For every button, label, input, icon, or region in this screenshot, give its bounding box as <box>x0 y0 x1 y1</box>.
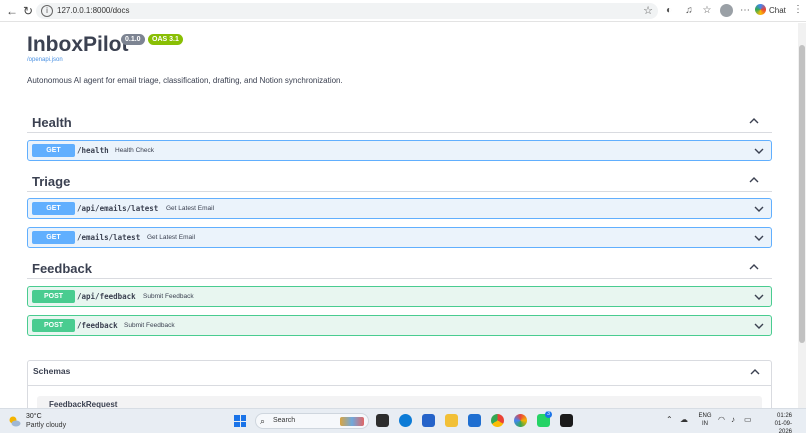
operation-summary: Health Check <box>115 147 155 154</box>
section-health[interactable]: Health <box>27 113 772 133</box>
chevron-down-icon[interactable] <box>753 145 765 157</box>
swagger-page: InboxPilot 0.1.0 OAS 3.1 /openapi.json A… <box>0 23 798 408</box>
vscode-icon[interactable] <box>468 414 481 427</box>
cloud-icon[interactable]: ☁ <box>680 413 688 427</box>
schemas-panel: Schemas FeedbackRequest <box>27 360 772 408</box>
api-title: InboxPilot <box>27 33 129 56</box>
volume-icon[interactable]: ♪ <box>731 413 735 427</box>
start-menu-icon[interactable] <box>234 415 246 427</box>
media-icon[interactable]: ♫ <box>682 4 696 18</box>
browser-menu-icon[interactable]: ⋮ <box>793 4 803 15</box>
wifi-icon[interactable]: ◠ <box>718 413 725 427</box>
taskbar-search[interactable]: ⌕ Search <box>255 413 369 429</box>
operation-get-emails-latest[interactable]: GET /emails/latest Get Latest Email <box>27 227 772 248</box>
divider <box>28 385 771 386</box>
schema-item[interactable]: FeedbackRequest <box>37 396 762 408</box>
weather-condition: Partly cloudy <box>26 422 67 429</box>
schemas-title[interactable]: Schemas <box>33 366 70 376</box>
chevron-down-icon[interactable] <box>753 232 765 244</box>
operation-path: /api/emails/latest <box>77 204 159 213</box>
edge-icon[interactable] <box>399 414 412 427</box>
operation-summary: Get Latest Email <box>147 234 196 241</box>
address-bar[interactable]: i 127.0.0.1:8000/docs ☆ <box>36 3 658 19</box>
section-title: Triage <box>32 174 71 189</box>
operation-path: /feedback <box>77 321 118 330</box>
battery-icon[interactable]: ▭ <box>744 413 752 427</box>
method-badge: POST <box>32 319 75 332</box>
chevron-down-icon[interactable] <box>753 203 765 215</box>
method-badge: POST <box>32 290 75 303</box>
operation-summary: Get Latest Email <box>166 205 215 212</box>
chevron-down-icon[interactable] <box>753 320 765 332</box>
search-icon: ⌕ <box>260 416 266 426</box>
tray-overflow-icon[interactable]: ⌃ <box>666 413 673 427</box>
browser-toolbar: ← ↻ i 127.0.0.1:8000/docs ☆ ◐ ♫ ☆ ⋯ Chat… <box>0 0 806 22</box>
chevron-up-icon[interactable] <box>748 115 760 127</box>
operation-path: /api/feedback <box>77 292 136 301</box>
page-scrollbar[interactable] <box>798 23 806 408</box>
file-explorer-icon[interactable] <box>445 414 458 427</box>
photos-icon[interactable] <box>514 414 527 427</box>
version-badge: 0.1.0 <box>121 34 145 45</box>
section-feedback[interactable]: Feedback <box>27 259 772 279</box>
search-highlight-icon <box>340 417 364 426</box>
bookmark-star-icon[interactable]: ☆ <box>643 4 653 18</box>
site-info-icon[interactable]: i <box>41 5 53 17</box>
language-indicator[interactable]: ENG IN <box>698 412 712 428</box>
url-text[interactable]: 127.0.0.1:8000/docs <box>57 5 130 17</box>
scrollbar-thumb[interactable] <box>799 45 805 343</box>
section-title: Health <box>32 115 72 130</box>
method-badge: GET <box>32 202 75 215</box>
operation-path: /emails/latest <box>77 233 141 242</box>
section-title: Feedback <box>32 261 92 276</box>
task-view-icon[interactable] <box>376 414 389 427</box>
schema-name: FeedbackRequest <box>49 400 118 408</box>
language-code: ENG <box>698 413 712 419</box>
system-clock[interactable]: 01:26 01-09-2026 <box>762 412 792 433</box>
operation-path: /health <box>77 146 109 155</box>
oas-badge: OAS 3.1 <box>148 34 183 45</box>
operation-summary: Submit Feedback <box>143 293 194 300</box>
chrome-icon[interactable] <box>491 414 504 427</box>
api-description: Autonomous AI agent for email triage, cl… <box>27 76 343 85</box>
downloads-icon[interactable]: ⋯ <box>738 4 752 18</box>
search-placeholder: Search <box>273 417 296 424</box>
clock-date: 01-09-2026 <box>774 421 792 433</box>
operation-get-health[interactable]: GET /health Health Check <box>27 140 772 161</box>
chevron-down-icon[interactable] <box>753 291 765 303</box>
store-icon[interactable] <box>422 414 435 427</box>
favorites-icon[interactable]: ☆ <box>700 4 714 18</box>
operation-post-api-feedback[interactable]: POST /api/feedback Submit Feedback <box>27 286 772 307</box>
clock-time: 01:26 <box>776 413 792 419</box>
terminal-icon[interactable] <box>560 414 573 427</box>
reload-icon[interactable]: ↻ <box>20 3 36 19</box>
extension-icon[interactable]: ◐ <box>662 4 676 18</box>
openapi-json-link[interactable]: /openapi.json <box>27 57 63 63</box>
chevron-up-icon[interactable] <box>748 174 760 186</box>
taskbar: 30°C Partly cloudy ⌕ Search 3 ⌃ ☁ ENG IN… <box>0 408 806 433</box>
chat-button[interactable]: Chat <box>755 3 786 19</box>
chevron-up-icon[interactable] <box>749 366 761 378</box>
operation-summary: Submit Feedback <box>124 322 175 329</box>
operation-post-feedback[interactable]: POST /feedback Submit Feedback <box>27 315 772 336</box>
notification-badge: 3 <box>545 411 552 418</box>
method-badge: GET <box>32 231 75 244</box>
partly-cloudy-icon <box>9 416 21 427</box>
chat-label: Chat <box>769 6 786 15</box>
gemini-icon <box>755 4 766 15</box>
profile-avatar[interactable] <box>720 4 733 17</box>
chevron-up-icon[interactable] <box>748 261 760 273</box>
back-icon[interactable]: ← <box>4 3 20 19</box>
operation-get-api-emails-latest[interactable]: GET /api/emails/latest Get Latest Email <box>27 198 772 219</box>
method-badge: GET <box>32 144 75 157</box>
region-code: IN <box>702 421 708 427</box>
weather-temp: 30°C <box>26 413 42 420</box>
section-triage[interactable]: Triage <box>27 172 772 192</box>
